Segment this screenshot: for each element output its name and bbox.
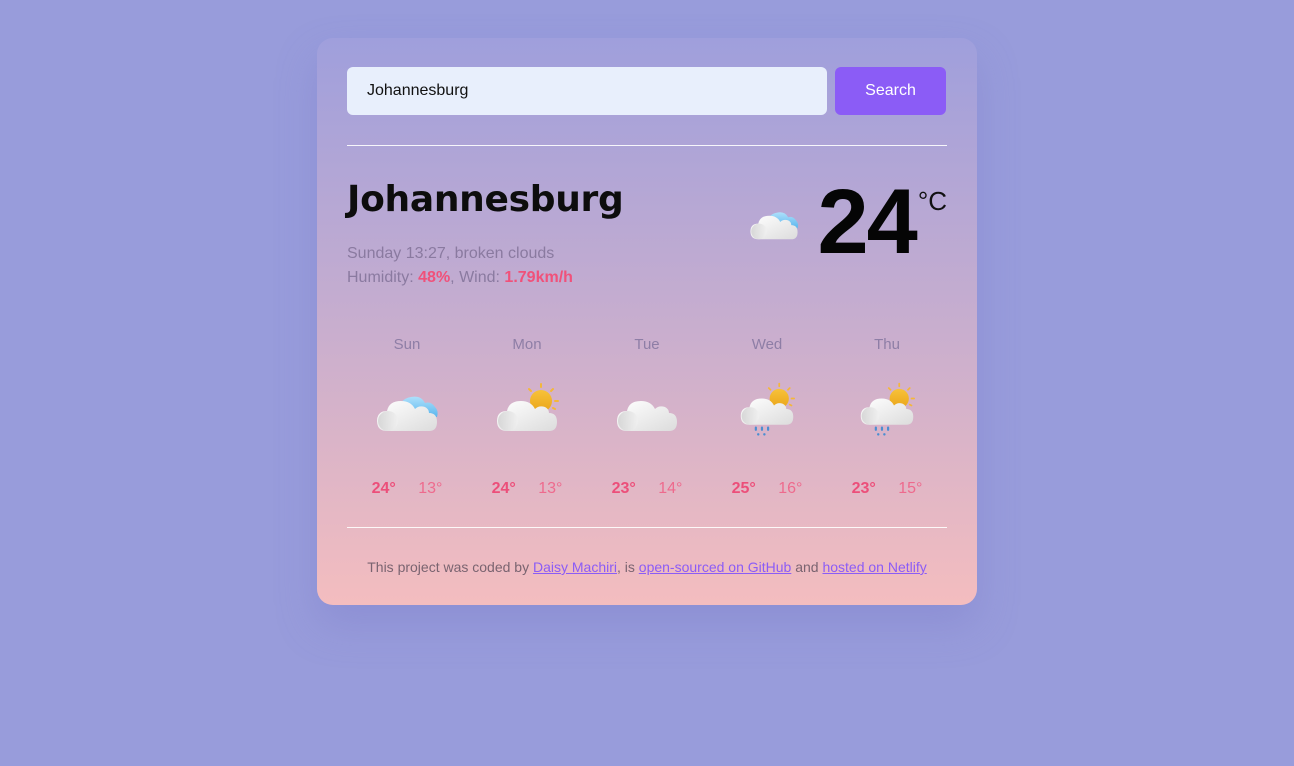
- forecast-day-name: Mon: [512, 336, 542, 353]
- weather-description: broken clouds: [454, 245, 555, 262]
- day-time: Sunday 13:27: [347, 245, 446, 262]
- forecast-min-temp: 13°: [538, 480, 563, 497]
- forecast-day: Sun 24° 13°: [347, 326, 467, 527]
- weather-card: Search Johannesburg Sunday 13:27, broken…: [317, 38, 977, 605]
- humidity-value: 48%: [418, 269, 451, 286]
- forecast-min-temp: 14°: [658, 480, 683, 497]
- forecast-min-temp: 15°: [898, 480, 923, 497]
- broken-clouds-icon: [377, 396, 438, 431]
- broken-clouds-icon: [750, 212, 799, 240]
- footer-text: This project was coded by: [367, 559, 533, 575]
- current-weather: Johannesburg Sunday 13:27, broken clouds…: [347, 146, 947, 326]
- sun-rain-cloud-icon: [740, 382, 795, 436]
- divider: [347, 527, 947, 528]
- cloud-icon: [617, 401, 677, 431]
- forecast-day: Mon 24° 13°: [467, 326, 587, 527]
- search-button[interactable]: Search: [835, 67, 946, 115]
- forecast-day: Tue 23° 14°: [587, 326, 707, 527]
- author-link[interactable]: Daisy Machiri: [533, 559, 617, 575]
- footer-text: and: [791, 559, 823, 575]
- humidity-wind: Humidity: 48%, Wind: 1.79km/h: [347, 269, 573, 286]
- city-search-input[interactable]: [347, 67, 827, 115]
- sun-rain-cloud-icon: [860, 382, 915, 436]
- forecast-day-name: Wed: [751, 336, 783, 353]
- temperature-unit[interactable]: °C: [918, 186, 947, 217]
- forecast-max-temp: 23°: [611, 480, 636, 497]
- humidity-label: Humidity:: [347, 269, 414, 286]
- temperature-value: 24: [817, 171, 917, 273]
- forecast-min-temp: 16°: [778, 480, 803, 497]
- weather-details: Sunday 13:27, broken clouds Humidity: 48…: [347, 242, 573, 290]
- github-link[interactable]: open-sourced on GitHub: [639, 559, 792, 575]
- forecast-max-temp: 23°: [851, 480, 876, 497]
- forecast: Sun 24° 13° Mon 24° 13° Tue 23° 14° Wed …: [347, 326, 947, 527]
- forecast-day: Thu 23° 15°: [827, 326, 947, 527]
- search-form: Search: [347, 67, 947, 115]
- current-temperature: 24 °C: [745, 176, 947, 268]
- footer: This project was coded by Daisy Machiri,…: [347, 559, 947, 575]
- footer-text: , is: [617, 559, 639, 575]
- netlify-link[interactable]: hosted on Netlify: [822, 559, 926, 575]
- forecast-max-temp: 25°: [731, 480, 756, 497]
- forecast-day: Wed 25° 16°: [707, 326, 827, 527]
- date-description: Sunday 13:27, broken clouds: [347, 245, 555, 262]
- city-name: Johannesburg: [347, 179, 624, 220]
- forecast-day-name: Thu: [874, 336, 900, 353]
- forecast-day-name: Sun: [393, 336, 421, 353]
- forecast-min-temp: 13°: [418, 480, 443, 497]
- forecast-max-temp: 24°: [371, 480, 396, 497]
- forecast-day-name: Tue: [634, 336, 660, 353]
- wind-value: 1.79km/h: [504, 269, 573, 286]
- forecast-max-temp: 24°: [491, 480, 516, 497]
- wind-label: Wind:: [459, 269, 500, 286]
- few-clouds-icon: [497, 383, 559, 431]
